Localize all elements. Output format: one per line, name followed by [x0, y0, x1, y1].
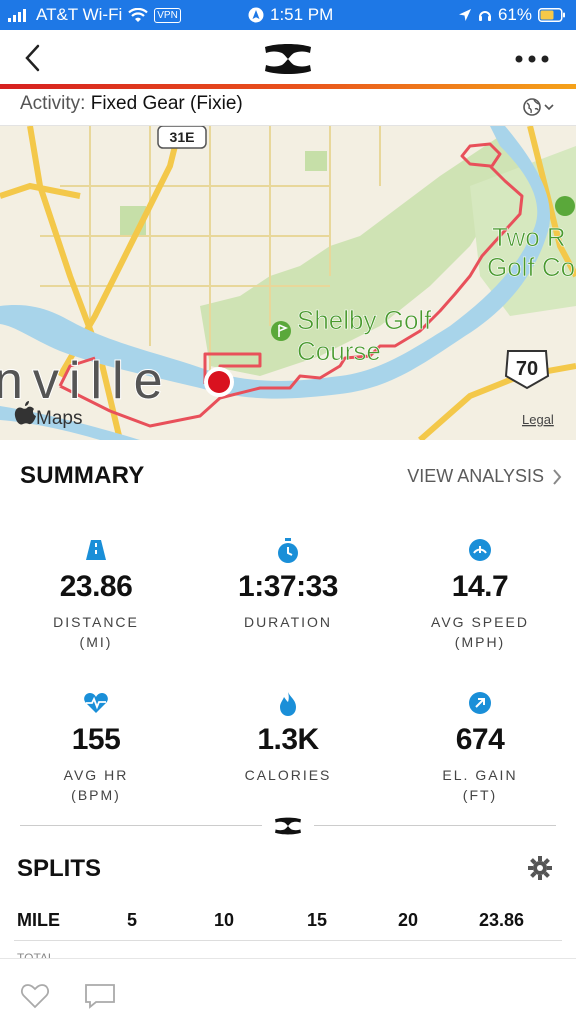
svg-text:31E: 31E	[170, 129, 195, 145]
distance-value: 23.86	[59, 570, 133, 603]
activity-value: Fixed Gear (Fixie)	[90, 93, 243, 114]
avg-hr-unit: (BPM)	[71, 787, 121, 803]
splits-divider	[14, 940, 562, 941]
status-time: 1:51 PM	[270, 5, 334, 24]
section-divider	[20, 825, 262, 826]
avg-hr-label: AVG HR	[63, 767, 129, 783]
avg-speed-value: 14.7	[451, 570, 509, 603]
map-place-label: Shelby Golf	[297, 305, 432, 335]
vpn-badge: VPN	[154, 7, 181, 23]
status-bar: AT&T Wi-Fi VPN 1:51 PM 61%	[0, 0, 576, 30]
activity-label-group: Activity: Fixed Gear (Fixie)	[20, 93, 243, 115]
map-place-label: Two R	[492, 222, 566, 252]
legal-link[interactable]: Legal	[522, 412, 554, 427]
map-place-label: Golf Co	[487, 252, 575, 282]
stat-avg-speed: 14.7 AVG SPEED (MPH)	[384, 538, 576, 652]
avg-speed-unit: (MPH)	[454, 634, 506, 650]
park-area	[305, 151, 327, 171]
calories-value: 1.3K	[257, 723, 319, 756]
stat-calories: 1.3K CALORIES	[192, 691, 384, 785]
distance-label: DISTANCE	[53, 614, 139, 630]
wifi-icon	[128, 7, 149, 22]
gear-icon[interactable]	[528, 856, 552, 880]
speedometer-icon	[469, 539, 491, 561]
stat-elevation-gain: 674 EL. GAIN (FT)	[384, 691, 576, 805]
signal-icon	[8, 9, 26, 22]
svg-text:70: 70	[516, 358, 538, 380]
splits-header-col: 23.86	[479, 910, 525, 930]
maps-attribution: Maps	[36, 408, 82, 429]
chevron-right-icon	[553, 468, 562, 485]
activity-label: Activity:	[20, 93, 86, 114]
golf-icon	[555, 196, 575, 216]
elevation-gain-unit: (FT)	[462, 787, 498, 803]
splits-header-col: 20	[398, 910, 419, 930]
view-analysis-label: VIEW ANALYSIS	[407, 466, 544, 486]
back-chevron-icon[interactable]	[24, 44, 40, 72]
under-armour-logo	[265, 44, 311, 74]
activity-row[interactable]: Activity: Fixed Gear (Fixie)	[0, 89, 576, 126]
map-place-label: Course	[297, 336, 381, 366]
map-city-label: nville	[0, 352, 173, 410]
stat-distance: 23.86 DISTANCE (MI)	[0, 538, 192, 652]
splits-row-label: TOTAL	[17, 951, 55, 958]
splits-header-col: 10	[214, 910, 235, 930]
bottom-action-bar	[0, 958, 576, 1025]
heart-rate-icon	[84, 693, 108, 713]
flame-icon	[280, 692, 296, 716]
like-heart-icon[interactable]	[20, 983, 50, 1009]
carrier-name: AT&T Wi-Fi	[36, 5, 123, 24]
under-armour-small-logo	[275, 817, 301, 835]
headphones-icon	[478, 11, 491, 21]
avg-speed-label: AVG SPEED	[431, 614, 529, 630]
route-map[interactable]: 31E 70 Shelby Golf Course Two R Golf Co …	[0, 126, 576, 440]
elevation-gain-value: 674	[455, 723, 505, 756]
comment-icon[interactable]	[84, 983, 116, 1009]
privacy-globe-icon[interactable]	[522, 97, 556, 117]
road-icon	[86, 540, 106, 560]
avg-hr-value: 155	[71, 723, 121, 756]
splits-title: SPLITS	[17, 855, 102, 882]
calories-label: CALORIES	[244, 767, 332, 783]
view-analysis-link[interactable]: VIEW ANALYSIS	[407, 466, 562, 487]
nav-bar	[0, 30, 576, 86]
battery-icon	[538, 8, 565, 22]
elevation-arrow-icon	[469, 692, 491, 714]
duration-label: DURATION	[243, 614, 333, 630]
stat-avg-hr: 155 AVG HR (BPM)	[0, 691, 192, 805]
elevation-gain-label: EL. GAIN	[442, 767, 518, 783]
location-services-icon	[248, 7, 264, 23]
splits-header-col: 5	[127, 910, 138, 930]
summary-title: SUMMARY	[20, 462, 145, 489]
stat-duration: 1:37:33 DURATION	[192, 538, 384, 632]
splits-header-mile: MILE	[17, 910, 60, 930]
duration-value: 1:37:33	[238, 570, 338, 603]
stopwatch-icon	[278, 538, 298, 563]
distance-unit: (MI)	[79, 634, 113, 650]
battery-percent: 61%	[497, 5, 532, 24]
splits-header-col: 15	[307, 910, 328, 930]
road-sign-31e: 31E	[157, 126, 207, 149]
section-divider	[314, 825, 556, 826]
map-canvas: 31E 70 Shelby Golf Course Two R Golf Co …	[0, 126, 576, 440]
more-dots-icon[interactable]	[514, 54, 550, 64]
navigation-arrow-icon	[458, 9, 471, 21]
